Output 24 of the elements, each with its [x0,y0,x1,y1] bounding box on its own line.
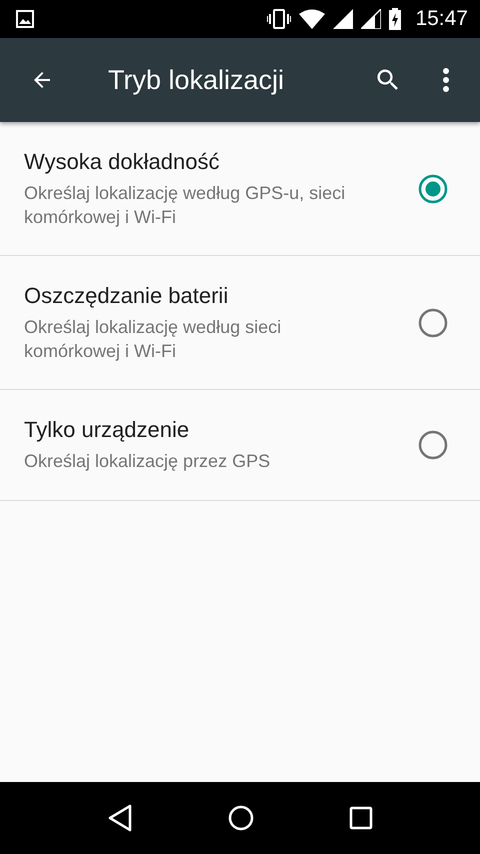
option-description: Określaj lokalizację przez GPS [24,450,272,473]
home-icon[interactable] [227,804,255,832]
location-mode-option[interactable]: Tylko urządzenie Określaj lokalizację przez GPS [0,390,480,501]
location-mode-option[interactable]: Oszczędzanie baterii Określaj lokalizację według sieci komórkowej i Wi-Fi [0,256,480,390]
more-options-icon[interactable] [442,67,450,93]
recent-apps-icon[interactable] [349,806,373,830]
radio-button[interactable] [418,308,448,338]
signal-icon [361,9,382,29]
signal-icon [333,9,354,29]
battery-charging-icon [389,8,402,30]
image-icon [16,10,34,28]
vibrate-icon [267,9,292,29]
option-title: Wysoka dokładność [24,148,220,174]
radio-button[interactable] [418,430,448,460]
back-icon[interactable] [107,804,133,832]
option-description: Określaj lokalizację według GPS-u, sieci komórkowej i Wi-Fi [24,182,346,228]
option-description: Określaj lokalizację według sieci komórkowej i Wi-Fi [24,316,282,362]
location-mode-option[interactable]: Wysoka dokładność Określaj lokalizację według GPS-u, sieci komórkowej i Wi-Fi [0,122,480,256]
wifi-icon [299,9,326,29]
option-title: Tylko urządzenie [24,417,190,443]
status-time: 15:47 [415,7,468,31]
option-title: Oszczędzanie baterii [24,282,230,308]
radio-button-selected[interactable] [418,174,448,204]
screen-title: Tryb lokalizacji [108,64,286,96]
